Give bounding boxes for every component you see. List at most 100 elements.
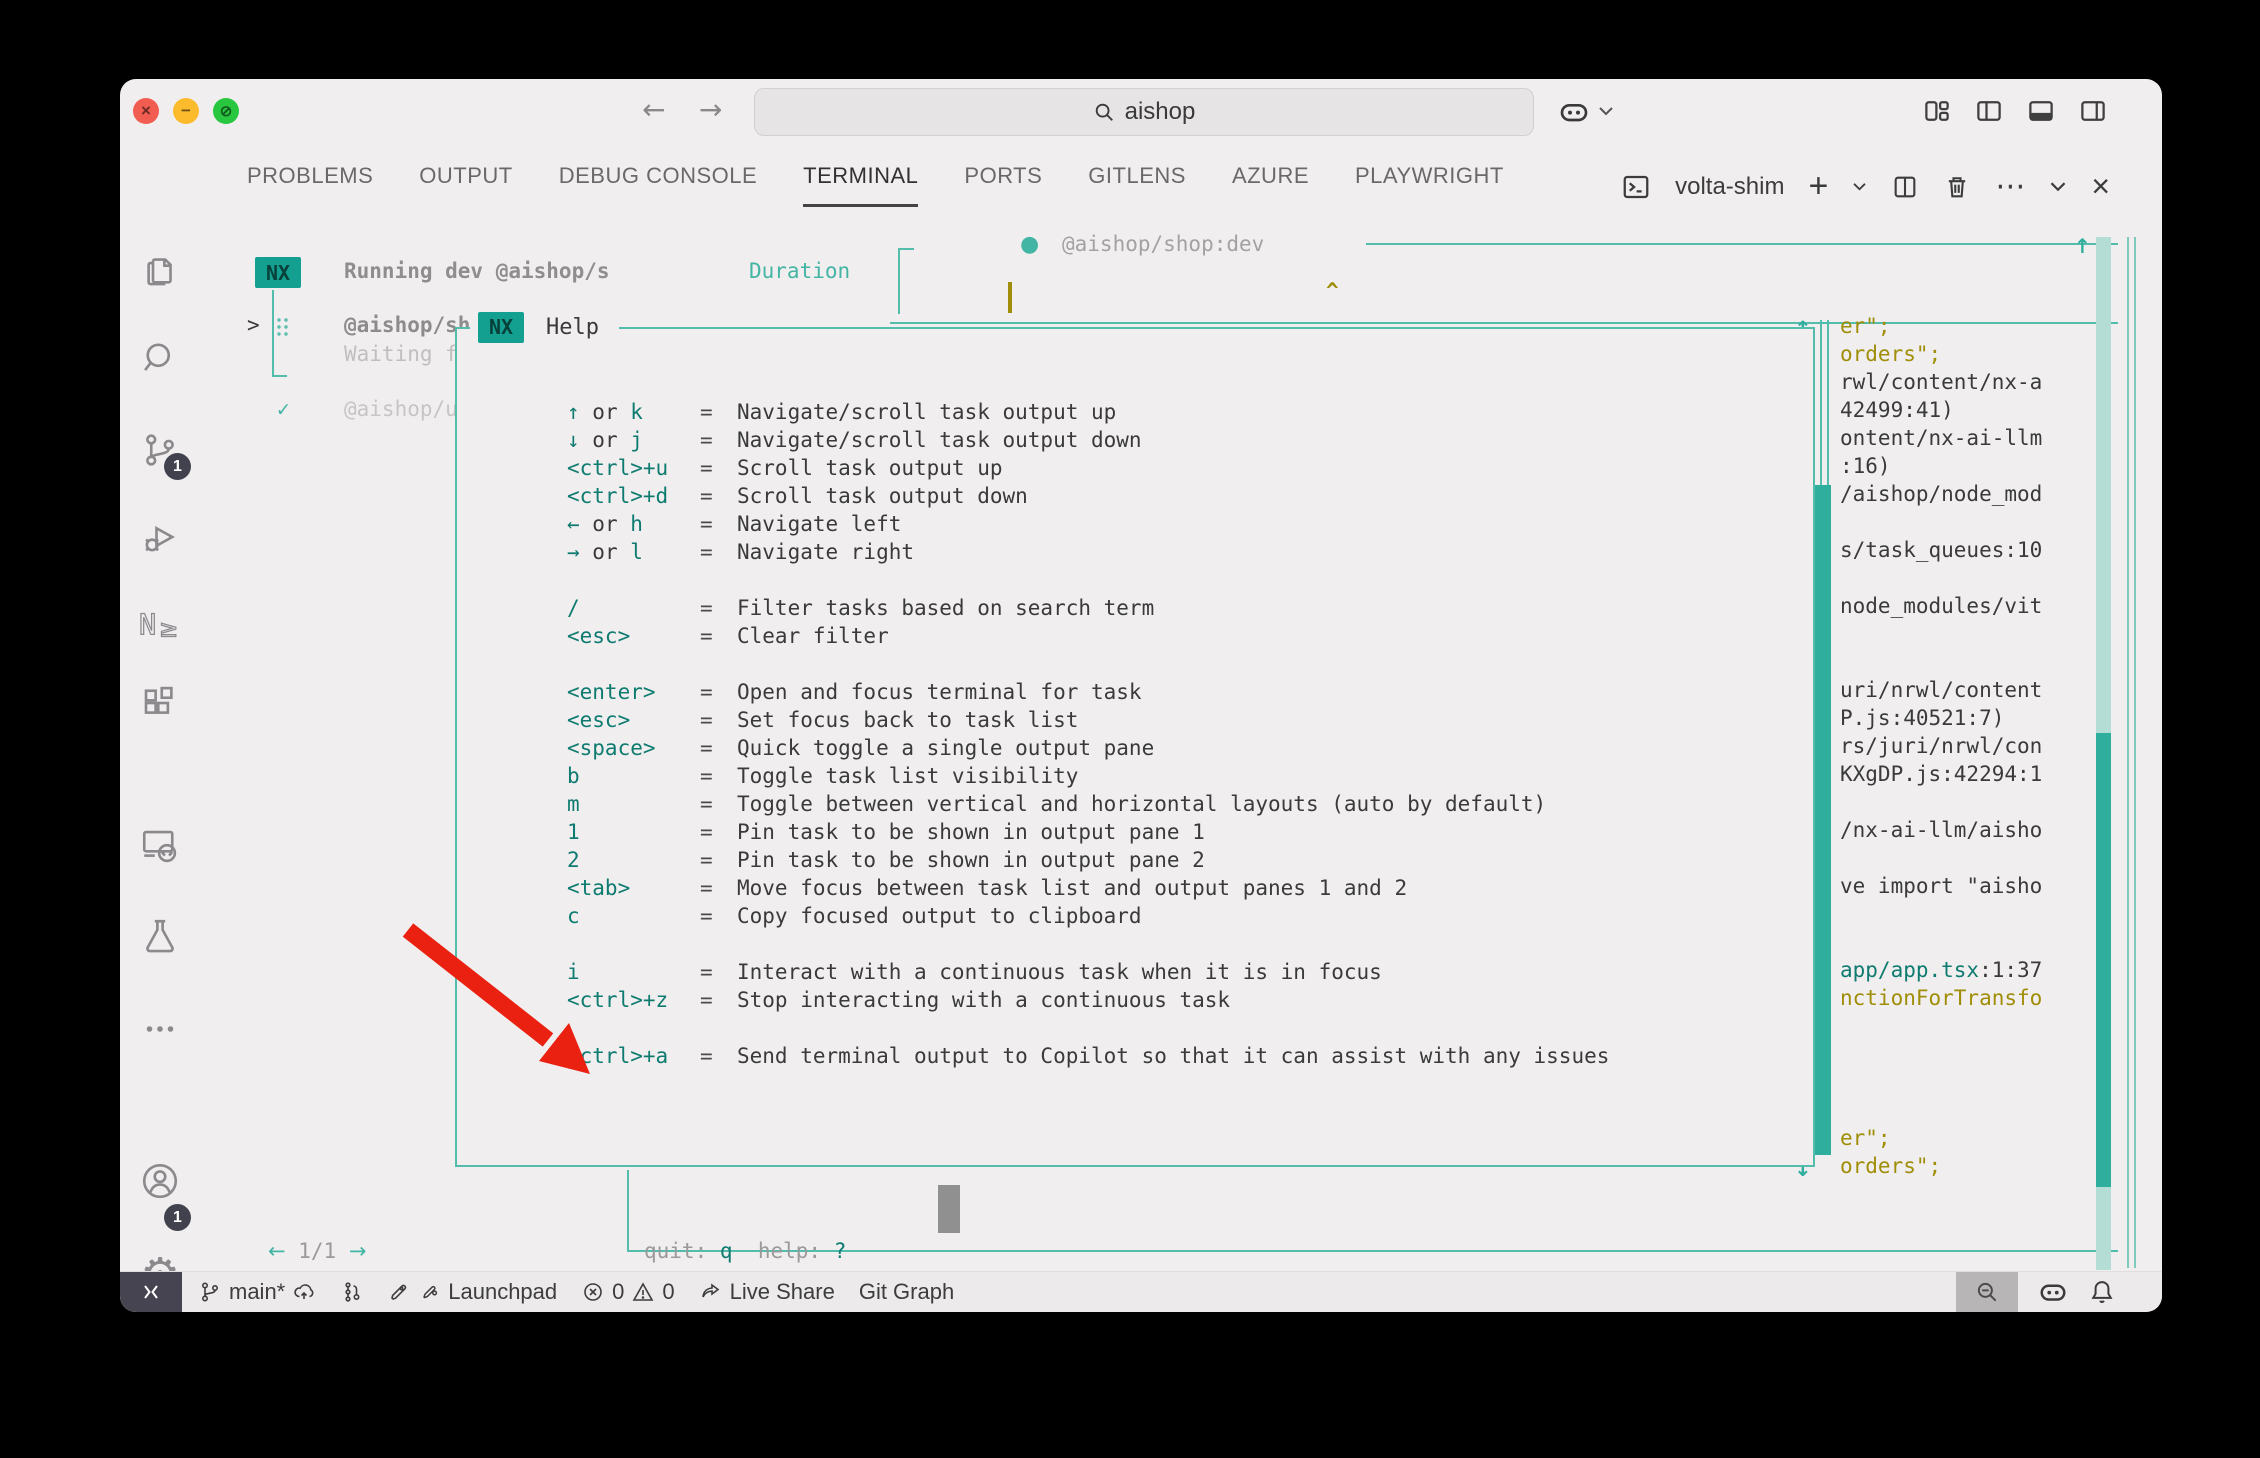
task-tree-line bbox=[272, 290, 274, 376]
nx-help-badge: NX bbox=[478, 312, 524, 343]
task-runner-title: Running dev @aishop/s bbox=[344, 259, 610, 283]
more-views-icon[interactable] bbox=[138, 1007, 182, 1051]
panel-chevron-icon[interactable] bbox=[2049, 181, 2067, 193]
kill-terminal-icon[interactable] bbox=[1943, 173, 1971, 201]
live-share-label: Live Share bbox=[730, 1279, 835, 1305]
toggle-panel-icon[interactable] bbox=[2026, 96, 2056, 126]
explorer-icon[interactable] bbox=[138, 248, 182, 292]
toggle-secondary-sidebar-icon[interactable] bbox=[2078, 96, 2108, 126]
help-shortcut-row: b=Toggle task list visibility bbox=[567, 762, 1609, 790]
help-shortcut-row: <ctrl>+a=Send terminal output to Copilot… bbox=[567, 1042, 1609, 1070]
toggle-primary-sidebar-icon[interactable] bbox=[1974, 96, 2004, 126]
help-shortcut-row: 1=Pin task to be shown in output pane 1 bbox=[567, 818, 1609, 846]
pager-right-icon[interactable]: → bbox=[349, 1239, 367, 1263]
terminal-output-line: /aishop/node_mod bbox=[1840, 482, 2116, 510]
pager-left-icon[interactable]: ← bbox=[268, 1239, 286, 1263]
accounts-icon[interactable] bbox=[138, 1159, 182, 1203]
help-shortcut-row: <ctrl>+d=Scroll task output down bbox=[567, 482, 1609, 510]
accounts-badge: 1 bbox=[164, 1204, 191, 1231]
remote-indicator-button[interactable] bbox=[120, 1272, 182, 1312]
nx-console-icon[interactable]: N≥ bbox=[138, 603, 182, 647]
copilot-status-icon[interactable] bbox=[2038, 1277, 2068, 1307]
terminal-output-line: rwl/content/nx-a bbox=[1840, 370, 2116, 398]
minimize-icon: − bbox=[173, 98, 199, 124]
output-border-line-a bbox=[1820, 320, 1822, 485]
rocket-small-icon bbox=[419, 1281, 441, 1303]
search-icon bbox=[1093, 101, 1115, 123]
tab-azure[interactable]: AZURE bbox=[1232, 163, 1309, 201]
source-control-badge: 1 bbox=[164, 453, 191, 480]
git-graph-status-item[interactable]: Git Graph bbox=[859, 1279, 954, 1305]
launchpad-label: Launchpad bbox=[448, 1279, 557, 1305]
close-panel-icon[interactable]: × bbox=[2091, 168, 2110, 205]
terminal-controls: volta-shim + ⋯ × bbox=[1621, 167, 2110, 206]
help-blank-row bbox=[567, 930, 1609, 958]
extensions-icon[interactable] bbox=[138, 681, 182, 725]
new-terminal-dropdown-icon[interactable] bbox=[1852, 182, 1867, 192]
notifications-bell-icon[interactable] bbox=[2088, 1278, 2116, 1306]
run-debug-icon[interactable] bbox=[138, 515, 182, 559]
help-shortcut-row: <space>=Quick toggle a single output pan… bbox=[567, 734, 1609, 762]
quit-key: q bbox=[720, 1239, 733, 1263]
task-expand-chevron[interactable]: > bbox=[247, 313, 260, 337]
pane1-running-dot: ● bbox=[1020, 232, 1039, 257]
tab-ports[interactable]: PORTS bbox=[964, 163, 1042, 201]
terminal-output-line: orders"; bbox=[1840, 342, 2116, 370]
output-scrollbar-thumb-left[interactable] bbox=[1814, 485, 1831, 1155]
nx-task-badge: NX bbox=[255, 257, 301, 288]
pipeline-status-item[interactable] bbox=[340, 1280, 364, 1304]
git-graph-label: Git Graph bbox=[859, 1279, 954, 1305]
pane-scroll-up-icon[interactable]: ↑ bbox=[2074, 234, 2091, 258]
help-shortcut-row: <tab>=Move focus between task list and o… bbox=[567, 874, 1609, 902]
svg-text:≥: ≥ bbox=[159, 616, 178, 642]
help-key: ? bbox=[834, 1239, 847, 1263]
new-terminal-button[interactable]: + bbox=[1808, 167, 1828, 206]
split-terminal-icon[interactable] bbox=[1891, 173, 1919, 201]
history-back-button[interactable]: ← bbox=[642, 93, 665, 126]
close-window-button[interactable]: × bbox=[133, 98, 159, 124]
minimize-window-button[interactable]: − bbox=[173, 98, 199, 124]
search-sidebar-icon[interactable] bbox=[138, 335, 182, 379]
command-center-search[interactable]: aishop bbox=[754, 88, 1534, 136]
help-shortcut-row: ↓ or j=Navigate/scroll task output down bbox=[567, 426, 1609, 454]
tab-problems[interactable]: PROBLEMS bbox=[247, 163, 373, 201]
branch-status-item[interactable]: main* bbox=[198, 1279, 316, 1305]
zoom-window-button[interactable]: ⊘ bbox=[213, 98, 239, 124]
tab-output[interactable]: OUTPUT bbox=[419, 163, 512, 201]
pipeline-icon bbox=[340, 1280, 364, 1304]
tab-gitlens[interactable]: GITLENS bbox=[1088, 163, 1186, 201]
terminal-output-line: s/task_queues:10 bbox=[1840, 538, 2116, 566]
live-share-status-item[interactable]: Live Share bbox=[699, 1279, 835, 1305]
task-tree-elbow bbox=[272, 375, 287, 377]
customize-layout-icon[interactable] bbox=[1922, 96, 1952, 126]
remote-explorer-icon[interactable] bbox=[138, 824, 182, 868]
terminal-output-line: er"; bbox=[1840, 1126, 2116, 1154]
tab-playwright[interactable]: PLAYWRIGHT bbox=[1355, 163, 1504, 201]
terminal-output-line: 42499:41) bbox=[1840, 398, 2116, 426]
help-shortcut-row: <esc>=Set focus back to task list bbox=[567, 706, 1609, 734]
close-icon: × bbox=[133, 98, 159, 124]
launchpad-status-item[interactable]: Launchpad bbox=[388, 1279, 557, 1305]
testing-icon[interactable] bbox=[138, 914, 182, 958]
sync-cloud-icon bbox=[292, 1280, 316, 1304]
terminal-output-line bbox=[1840, 846, 2116, 874]
tab-debug-console[interactable]: DEBUG CONSOLE bbox=[559, 163, 757, 201]
screencast-zoom-button[interactable] bbox=[1956, 1272, 2018, 1312]
pane-scrollbar-thumb[interactable] bbox=[2096, 733, 2111, 1187]
help-shortcut-list: ↑ or k=Navigate/scroll task output up↓ o… bbox=[567, 398, 1609, 1070]
copilot-icon[interactable] bbox=[1558, 96, 1590, 128]
problems-status-item[interactable]: 0 0 bbox=[581, 1279, 675, 1305]
copilot-chevron-icon[interactable] bbox=[1598, 106, 1614, 117]
terminal-output-line: P.js:40521:7) bbox=[1840, 706, 2116, 734]
status-bar: main* Launchpad 0 0 bbox=[120, 1271, 2162, 1312]
terminal-shell-name[interactable]: volta-shim bbox=[1675, 173, 1784, 201]
help-shortcut-row: /=Filter tasks based on search term bbox=[567, 594, 1609, 622]
help-shortcut-row: ↑ or k=Navigate/scroll task output up bbox=[567, 398, 1609, 426]
pane1-bracket-top bbox=[898, 248, 914, 250]
help-shortcut-row: c=Copy focused output to clipboard bbox=[567, 902, 1609, 930]
terminal-cursor-bar bbox=[1008, 282, 1012, 313]
history-forward-button[interactable]: → bbox=[699, 93, 722, 126]
terminal-output-line: ve import "aisho bbox=[1840, 874, 2116, 902]
tab-terminal[interactable]: TERMINAL bbox=[803, 163, 918, 201]
more-actions-icon[interactable]: ⋯ bbox=[1995, 169, 2025, 204]
